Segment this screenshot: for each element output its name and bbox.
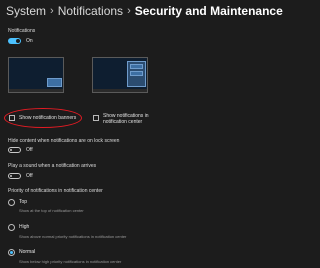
- center-card: [130, 71, 143, 76]
- sound-toggle[interactable]: [8, 173, 21, 179]
- breadcrumb-separator: ›: [127, 5, 131, 17]
- show-in-center-checkbox[interactable]: [93, 115, 99, 121]
- breadcrumb: System › Notifications › Security and Ma…: [6, 2, 283, 20]
- priority-normal-label: Normal: [19, 249, 36, 255]
- priority-heading: Priority of notifications in notificatio…: [8, 188, 103, 194]
- priority-top-radio[interactable]: [8, 199, 15, 206]
- notification-center-panel: [127, 61, 146, 87]
- breadcrumb-system[interactable]: System: [6, 4, 46, 18]
- breadcrumb-separator: ›: [50, 5, 54, 17]
- notification-center-preview-image: [92, 57, 148, 93]
- page-title: Security and Maintenance: [134, 4, 283, 18]
- priority-high-label: High: [19, 224, 30, 230]
- banner-preview-card: [47, 78, 62, 87]
- sound-toggle-state: Off: [26, 173, 33, 179]
- lock-screen-heading: Hide content when notifications are on l…: [8, 138, 120, 144]
- show-in-center-label: Show notifications in notification cente…: [103, 113, 149, 125]
- sound-heading: Play a sound when a notification arrives: [8, 163, 97, 169]
- notifications-heading: Notifications: [8, 28, 36, 34]
- breadcrumb-notifications[interactable]: Notifications: [58, 4, 123, 18]
- taskbar-preview: [93, 89, 147, 92]
- lock-screen-toggle-state: Off: [26, 147, 33, 153]
- priority-normal-description: Show below high priority notifications i…: [19, 259, 122, 264]
- priority-high-radio[interactable]: [8, 224, 15, 231]
- notifications-toggle-state: On: [26, 38, 33, 44]
- center-card: [130, 64, 143, 69]
- taskbar-preview: [9, 89, 63, 92]
- lock-screen-toggle[interactable]: [8, 147, 21, 153]
- priority-top-description: Show at the top of notification center: [19, 208, 84, 213]
- notifications-toggle[interactable]: [8, 38, 21, 44]
- banner-preview-image: [8, 57, 64, 93]
- priority-high-description: Show above normal priority notifications…: [19, 234, 127, 239]
- priority-normal-radio[interactable]: [8, 249, 15, 256]
- priority-top-label: Top: [19, 199, 28, 205]
- red-annotation-circle: [4, 108, 82, 128]
